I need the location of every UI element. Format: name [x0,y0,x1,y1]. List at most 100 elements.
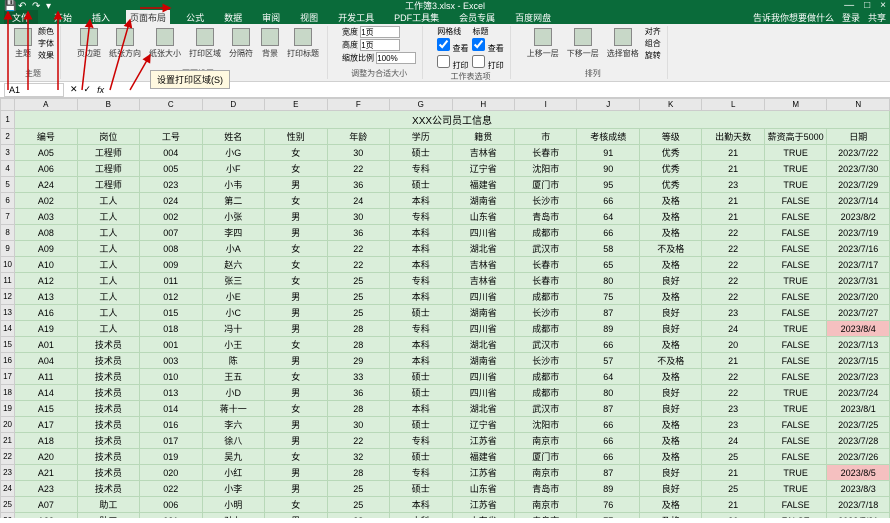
data-cell[interactable]: 小A [202,241,264,257]
data-cell[interactable]: 91 [577,145,639,161]
data-cell[interactable]: A13 [15,289,77,305]
data-cell[interactable]: 016 [140,417,202,433]
data-cell[interactable]: 2023/8/5 [827,465,890,481]
data-cell[interactable]: 30 [327,145,389,161]
data-cell[interactable]: A14 [15,385,77,401]
data-cell[interactable]: A22 [15,513,77,519]
data-cell[interactable]: 本科 [390,337,452,353]
data-cell[interactable]: FALSE [764,433,826,449]
data-cell[interactable]: 不及格 [639,353,701,369]
data-cell[interactable]: 本科 [390,401,452,417]
data-cell[interactable]: 2023/8/1 [827,401,890,417]
data-cell[interactable]: 2023/7/25 [827,417,890,433]
data-cell[interactable]: 及格 [639,257,701,273]
data-cell[interactable]: 28 [327,513,389,519]
data-cell[interactable]: 工人 [77,209,139,225]
data-cell[interactable]: 女 [265,449,327,465]
breaks-button[interactable]: 分隔符 [227,26,255,61]
data-cell[interactable]: 77 [577,513,639,519]
head-view-check[interactable] [472,38,485,51]
data-cell[interactable]: 66 [577,449,639,465]
row-header[interactable]: 16 [1,353,15,369]
data-cell[interactable]: 64 [577,369,639,385]
margins-button[interactable]: 页边距 [75,26,103,61]
header-cell[interactable]: 年龄 [327,129,389,145]
header-cell[interactable]: 性别 [265,129,327,145]
data-cell[interactable]: 长春市 [514,273,576,289]
data-cell[interactable]: 江苏省 [452,497,514,513]
data-cell[interactable]: 长沙市 [514,193,576,209]
print-area-tooltip[interactable]: 设置打印区域(S) [150,70,230,89]
header-cell[interactable]: 姓名 [202,129,264,145]
data-cell[interactable]: 20 [702,337,764,353]
data-cell[interactable]: 男 [265,353,327,369]
data-cell[interactable]: A17 [15,417,77,433]
data-cell[interactable]: 89 [577,481,639,497]
data-cell[interactable]: 四川省 [452,385,514,401]
data-cell[interactable]: TRUE [764,273,826,289]
data-cell[interactable]: 专科 [390,273,452,289]
row-header[interactable]: 2 [1,129,15,145]
header-cell[interactable]: 学历 [390,129,452,145]
data-cell[interactable]: FALSE [764,257,826,273]
minimize-button[interactable]: — [844,0,854,11]
tell-me[interactable]: 告诉我你想要做什么 [753,11,834,24]
data-cell[interactable]: 女 [265,193,327,209]
data-cell[interactable]: 优秀 [639,145,701,161]
data-cell[interactable]: 25 [327,273,389,289]
data-cell[interactable]: 南京市 [514,465,576,481]
data-cell[interactable]: 本科 [390,353,452,369]
row-header[interactable]: 18 [1,385,15,401]
data-cell[interactable]: 2023/7/29 [827,177,890,193]
row-header[interactable]: 22 [1,449,15,465]
head-print-check[interactable] [472,55,485,68]
data-cell[interactable]: 2023/8/2 [827,209,890,225]
data-cell[interactable]: A19 [15,321,77,337]
data-cell[interactable]: 015 [140,305,202,321]
tab-devtools[interactable]: 开发工具 [334,10,378,25]
data-cell[interactable]: FALSE [764,353,826,369]
data-cell[interactable]: 武汉市 [514,337,576,353]
header-cell[interactable]: 编号 [15,129,77,145]
data-cell[interactable]: 21 [702,145,764,161]
data-cell[interactable]: 024 [140,193,202,209]
row-header[interactable]: 10 [1,257,15,273]
row-header[interactable]: 25 [1,497,15,513]
name-box[interactable]: A1 [4,83,64,97]
data-cell[interactable]: 男 [265,225,327,241]
data-cell[interactable]: 小E [202,289,264,305]
data-cell[interactable]: 90 [577,161,639,177]
data-cell[interactable]: 女 [265,161,327,177]
data-cell[interactable]: 007 [140,225,202,241]
data-cell[interactable]: A07 [15,497,77,513]
data-cell[interactable]: 青岛市 [514,481,576,497]
data-cell[interactable]: 22 [702,241,764,257]
data-cell[interactable]: 工人 [77,241,139,257]
data-cell[interactable]: 小G [202,145,264,161]
data-cell[interactable]: 第二 [202,193,264,209]
orientation-button[interactable]: 纸张方向 [107,26,143,61]
data-cell[interactable]: A10 [15,257,77,273]
save-icon[interactable]: 💾 [4,1,12,9]
data-cell[interactable]: 张三 [202,273,264,289]
header-cell[interactable]: 出勤天数 [702,129,764,145]
row-header[interactable]: 14 [1,321,15,337]
col-header[interactable]: B [77,99,139,111]
data-cell[interactable]: 66 [577,193,639,209]
data-cell[interactable]: 22 [327,241,389,257]
data-cell[interactable]: 2023/7/17 [827,257,890,273]
data-cell[interactable]: 工人 [77,225,139,241]
data-cell[interactable]: 022 [140,481,202,497]
data-cell[interactable]: 工程师 [77,161,139,177]
data-cell[interactable]: FALSE [764,497,826,513]
data-cell[interactable]: 009 [140,257,202,273]
data-cell[interactable]: 男 [265,417,327,433]
data-cell[interactable]: 女 [265,497,327,513]
row-header[interactable]: 12 [1,289,15,305]
data-cell[interactable]: 26 [702,513,764,519]
data-cell[interactable]: 硕士 [390,481,452,497]
data-cell[interactable]: 女 [265,257,327,273]
data-cell[interactable]: 80 [577,273,639,289]
data-cell[interactable]: 男 [265,433,327,449]
data-cell[interactable]: 湖北省 [452,337,514,353]
